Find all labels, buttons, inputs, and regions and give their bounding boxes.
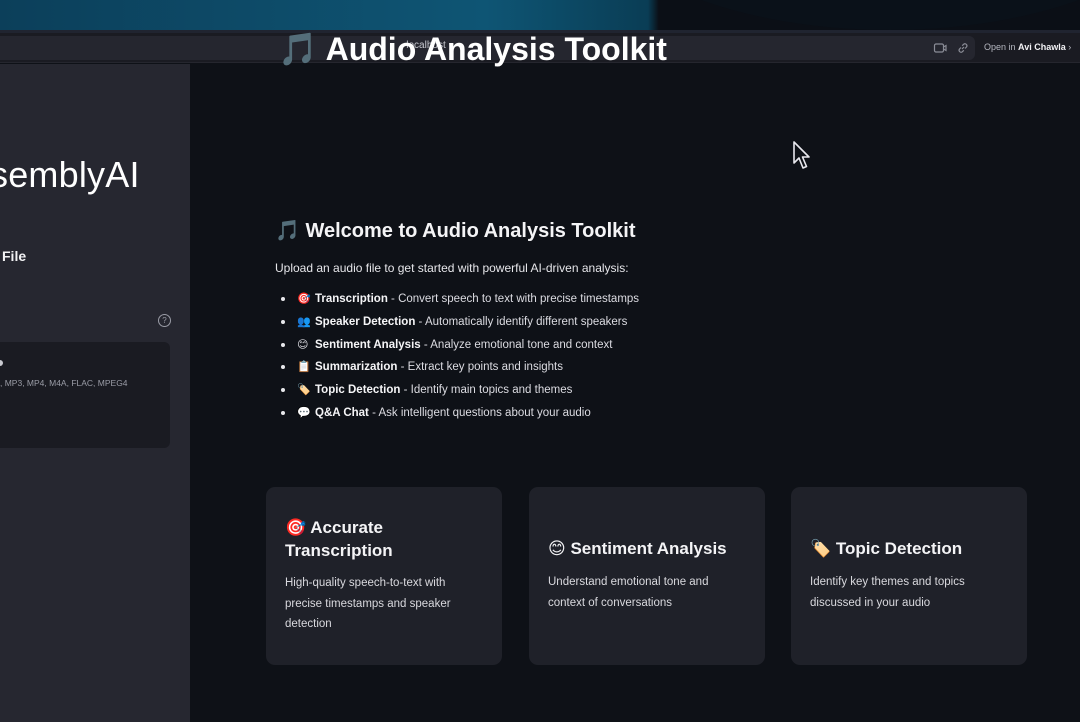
- list-item: 🏷️ Topic Detection - Identify main topics…: [281, 381, 639, 404]
- page-title: 🎵 Audio Analysis Toolkit: [278, 31, 667, 67]
- assemblyai-logo: semblyAI: [0, 154, 140, 195]
- mouse-cursor-icon: [793, 141, 810, 169]
- people-icon: 👥: [297, 315, 311, 328]
- wallpaper-arc: [580, 0, 1080, 30]
- card-title-line1: 🎯 Accurate: [285, 518, 384, 537]
- feature-name: Topic Detection: [315, 384, 401, 397]
- card-topic-detection: 🏷️ Topic Detection Identify key themes a…: [791, 487, 1027, 665]
- feature-name: Sentiment Analysis: [315, 338, 421, 351]
- open-in-button[interactable]: Open in Avi Chawla ›: [979, 38, 1080, 60]
- card-body: Understand emotional tone and context of…: [548, 576, 709, 609]
- feature-list: 🎯 Transcription - Convert speech to text …: [281, 290, 639, 427]
- tag-icon: 🏷️: [297, 384, 311, 397]
- feature-desc: - Identify main topics and themes: [400, 384, 573, 397]
- clipboard-icon: 📋: [297, 361, 311, 374]
- file-dropzone[interactable]: , MP3, MP4, M4A, FLAC, MPEG4: [0, 342, 170, 448]
- open-in-label: Open in: [984, 42, 1016, 52]
- feature-desc: - Ask intelligent questions about your a…: [368, 406, 591, 419]
- sidebar: semblyAI File ? , MP3, MP4, M4A, FLAC, M…: [0, 64, 190, 722]
- intro-text: Upload an audio file to get started with…: [275, 261, 629, 275]
- card-title: 🎯 Accurate Transcription: [285, 516, 393, 562]
- desktop-wallpaper: [0, 0, 1080, 33]
- list-item: 🎯 Transcription - Convert speech to text …: [281, 290, 639, 313]
- upload-file-heading: File: [2, 248, 27, 264]
- welcome-heading: 🎵 Welcome to Audio Analysis Toolkit: [275, 220, 636, 242]
- feature-desc: - Analyze emotional tone and context: [420, 338, 613, 351]
- list-item: 📋 Summarization - Extract key points and …: [281, 358, 639, 381]
- list-item: 😊 Sentiment Analysis - Analyze emotional …: [281, 336, 639, 359]
- speech-bubble-icon: 💬: [297, 406, 311, 419]
- feature-name: Speaker Detection: [315, 315, 416, 328]
- card-title: 😊 Sentiment Analysis: [548, 539, 727, 558]
- dropzone-formats: , MP3, MP4, M4A, FLAC, MPEG4: [0, 378, 128, 388]
- upload-cloud-icon: [0, 360, 3, 366]
- list-item: 💬 Q&A Chat - Ask intelligent questions ab…: [281, 404, 639, 427]
- question-circle-icon[interactable]: ?: [158, 314, 171, 327]
- feature-desc: - Convert speech to text with precise ti…: [387, 293, 640, 305]
- card-body: Identify key themes and topics discussed…: [810, 576, 965, 609]
- card-body: High-quality speech-to-text with precise…: [285, 577, 451, 630]
- feature-name: Summarization: [315, 361, 398, 374]
- open-in-user: Avi Chawla: [1018, 42, 1066, 52]
- card-title: 🏷️ Topic Detection: [810, 539, 963, 558]
- link-icon[interactable]: [956, 41, 970, 55]
- list-item: 👥 Speaker Detection - Automatically ident…: [281, 313, 639, 336]
- feature-name: Transcription: [315, 293, 388, 305]
- target-icon: 🎯: [297, 293, 311, 305]
- feature-desc: - Extract key points and insights: [397, 361, 563, 374]
- smile-icon: 😊: [297, 338, 309, 351]
- card-title-line2: Transcription: [285, 541, 393, 560]
- card-accurate-transcription: 🎯 Accurate Transcription High-quality spe…: [266, 487, 502, 665]
- feature-name: Q&A Chat: [315, 406, 369, 419]
- feature-desc: - Automatically identify different speak…: [415, 315, 628, 328]
- card-sentiment-analysis: 😊 Sentiment Analysis Understand emotiona…: [529, 487, 765, 665]
